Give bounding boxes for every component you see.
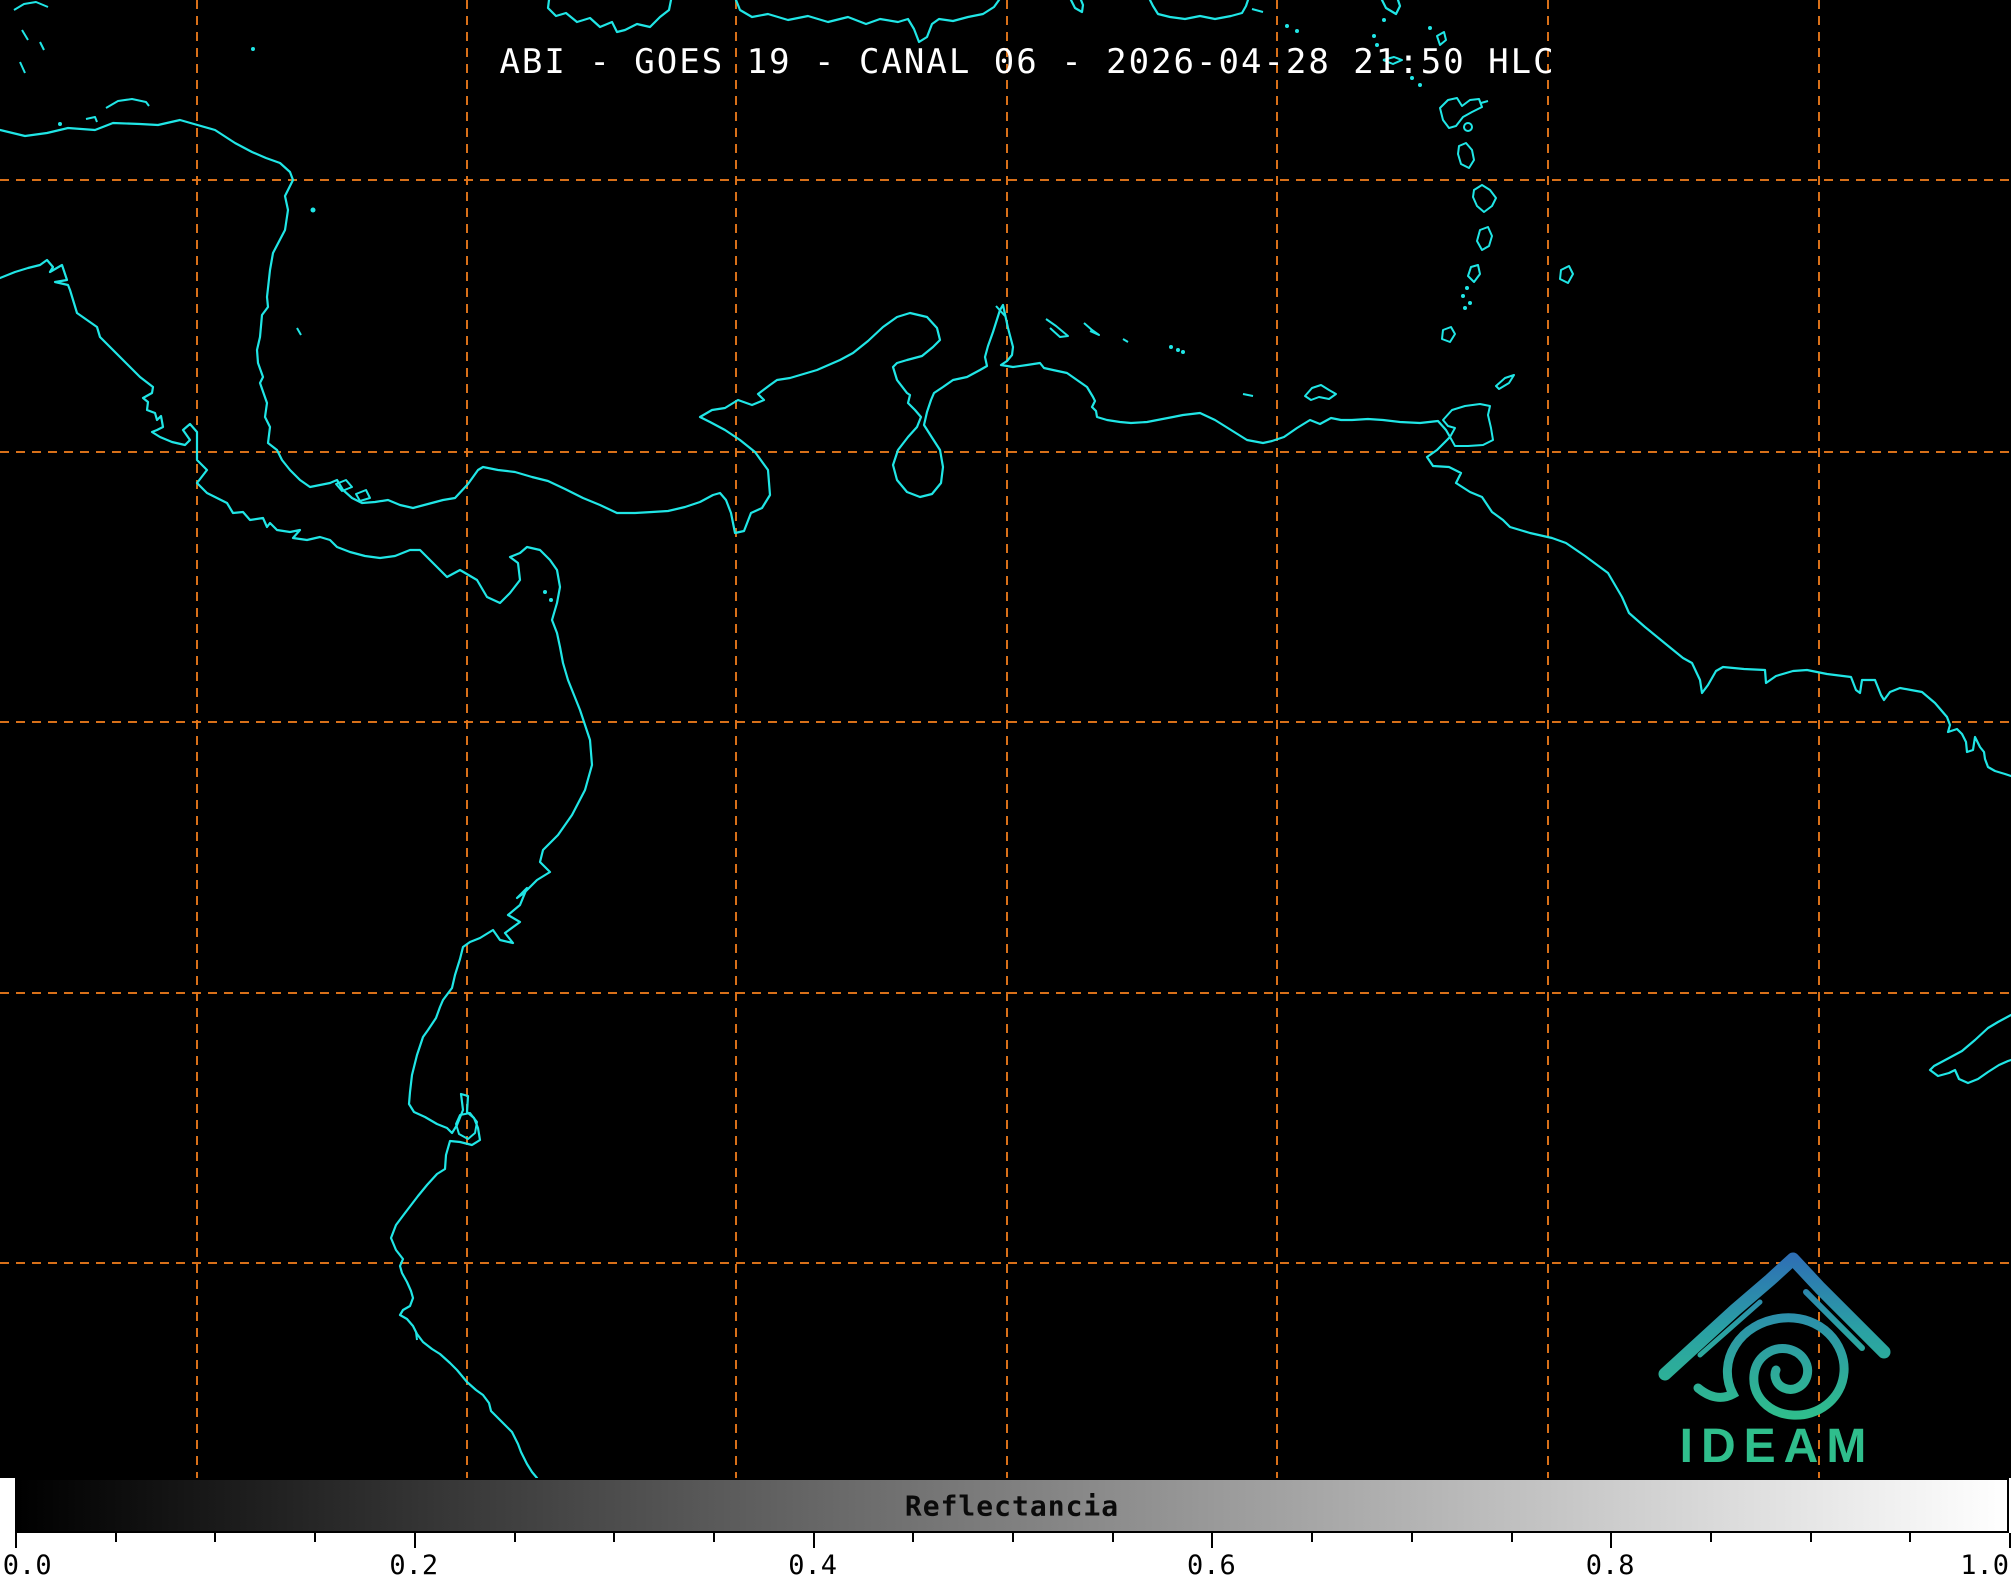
ideam-logo: IDEAM xyxy=(1658,1252,1891,1473)
colorbar-tick-label: 0.8 xyxy=(1585,1550,1635,1581)
colorbar-region: Reflectancia 0.0 0.2 0.4 0.6 0.8 1.0 xyxy=(0,1478,2011,1581)
island-grenada xyxy=(1441,326,1456,343)
colorbar-tick-label: 1.0 xyxy=(1960,1550,2009,1581)
colorbar-minor-tick xyxy=(1510,1533,1513,1542)
colorbar-minor-tick xyxy=(1410,1533,1413,1542)
island-tobago xyxy=(1495,374,1515,390)
island-dot-grenadines xyxy=(1461,294,1465,298)
island-barbados xyxy=(1559,265,1574,284)
island-dot-utila xyxy=(58,122,62,126)
colorbar-minor-tick xyxy=(1111,1533,1114,1542)
colorbar-gradient: Reflectancia xyxy=(15,1478,2009,1533)
island-curacao xyxy=(1045,318,1069,338)
island-san-andres xyxy=(296,327,302,336)
colorbar-minor-tick xyxy=(613,1533,616,1542)
island-hispaniola xyxy=(734,0,1001,44)
island-dot-los-roques xyxy=(1176,348,1180,352)
colorbar-minor-tick xyxy=(912,1533,915,1542)
island-puerto-rico xyxy=(1148,0,1250,21)
latlon-gridlines xyxy=(0,0,2011,1478)
island-jamaica xyxy=(546,0,673,34)
coastline-bottom-right xyxy=(1928,1013,2011,1085)
coast-fragment-top-left xyxy=(39,41,45,51)
island-st-lucia xyxy=(1476,226,1493,251)
colorbar-minor-tick xyxy=(1909,1533,1912,1542)
colorbar-minor-tick xyxy=(314,1533,317,1542)
island-dot-grenadines xyxy=(1468,301,1472,305)
satellite-map-canvas: IDEAM ABI - GOES 19 - CANAL 06 - 2026-04… xyxy=(0,0,2011,1478)
island-trinidad xyxy=(1442,403,1494,447)
map-graphics: IDEAM xyxy=(0,0,2011,1478)
colorbar-tick-label: 0.2 xyxy=(389,1550,439,1581)
colorbar-major-tick xyxy=(15,1533,17,1548)
island-dot xyxy=(1285,24,1289,28)
island-bonaire xyxy=(1083,322,1100,336)
colorbar-tick-label: 0.0 xyxy=(2,1550,52,1581)
island-dot-pearl xyxy=(543,590,547,594)
island-desirade xyxy=(1480,100,1489,104)
island-vieques xyxy=(1251,8,1264,13)
island-guanaja xyxy=(85,116,98,123)
island-las-aves xyxy=(1122,338,1129,343)
island-martinique xyxy=(1472,184,1497,213)
colorbar-major-tick xyxy=(1211,1533,1214,1548)
island-dot-swan xyxy=(251,47,255,51)
island-dot-pearl xyxy=(549,598,553,602)
island-puerto-rico-west xyxy=(1069,0,1085,14)
island-bocas xyxy=(355,489,371,502)
island-dot xyxy=(1295,29,1299,33)
colorbar-label: Reflectancia xyxy=(904,1489,1120,1522)
coast-fragment-top-left xyxy=(19,61,26,74)
island-dot xyxy=(1382,18,1386,22)
island-dot xyxy=(1372,34,1376,38)
colorbar-minor-tick xyxy=(114,1533,117,1542)
island-paita-dash xyxy=(415,1331,418,1341)
island-fragment-top-right xyxy=(1380,0,1402,16)
coastline-pacific xyxy=(0,258,594,1478)
island-dot-los-roques xyxy=(1181,350,1185,354)
colorbar-minor-tick xyxy=(214,1533,217,1542)
island-dot xyxy=(1428,26,1432,30)
colorbar-minor-tick xyxy=(513,1533,516,1542)
colorbar-tick-label: 0.6 xyxy=(1187,1550,1236,1581)
colorbar-major-tick xyxy=(413,1533,416,1548)
island-marie-galante xyxy=(1463,122,1473,132)
coastlines xyxy=(0,0,2011,1478)
colorbar-major-tick xyxy=(812,1533,815,1548)
coastline-caribbean-south-america xyxy=(0,118,2011,778)
island-guadeloupe xyxy=(1439,97,1483,129)
colorbar-minor-tick xyxy=(712,1533,715,1542)
island-dot-grenadines xyxy=(1463,306,1467,310)
island-margarita xyxy=(1304,384,1337,401)
island-la-tortuga xyxy=(1242,393,1254,397)
island-dominica xyxy=(1457,142,1475,169)
coast-fragment-top-left xyxy=(21,29,29,41)
colorbar-minor-tick xyxy=(1311,1533,1314,1542)
colorbar-minor-tick xyxy=(1709,1533,1712,1542)
coast-fragment-top-left xyxy=(13,1,49,11)
map-title: ABI - GOES 19 - CANAL 06 - 2026-04-28 21… xyxy=(499,42,1556,82)
island-roatan xyxy=(105,98,150,109)
island-dot-providencia xyxy=(310,207,316,213)
colorbar-major-tick xyxy=(1610,1533,1613,1548)
island-dot-los-roques xyxy=(1169,345,1173,349)
island-dot-grenadines xyxy=(1465,286,1469,290)
colorbar-minor-tick xyxy=(1809,1533,1812,1542)
island-dot xyxy=(1418,83,1422,87)
colorbar-minor-tick xyxy=(1012,1533,1014,1542)
ideam-logo-text: IDEAM xyxy=(1680,1420,1875,1473)
island-st-vincent xyxy=(1467,264,1481,283)
colorbar-tick-label: 0.4 xyxy=(788,1550,837,1581)
